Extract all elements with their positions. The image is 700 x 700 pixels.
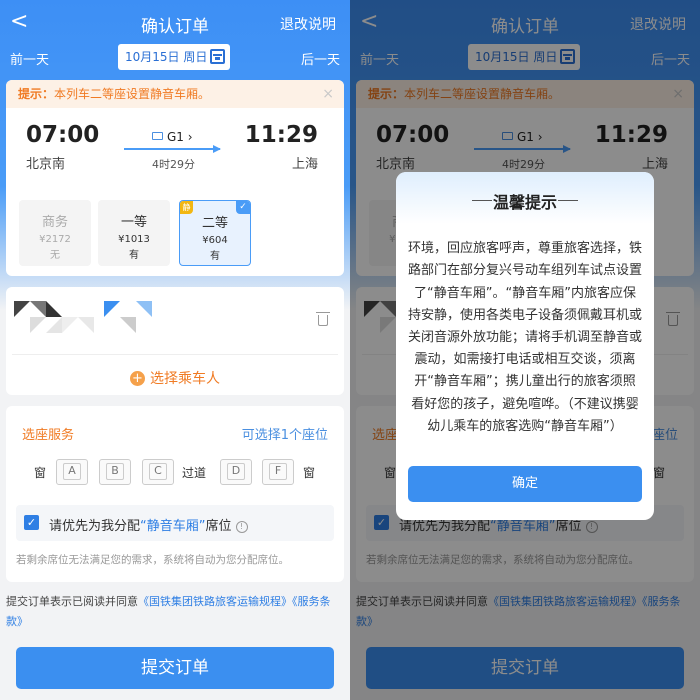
tip-label: 提示： [18, 87, 55, 101]
quiet-car-dialog: 为共建共享文明、温馨、安静的列车旅行环境，回应旅客呼声，尊重旅客选择，铁路部门在… [396, 172, 654, 520]
preference-post: 席位 [205, 519, 232, 534]
order-screen-with-dialog: < 确认订单 退改说明 前一天 10月15日 周日 后一天 提示：本列车二等座设… [350, 0, 700, 700]
checkbox-checked-icon[interactable]: ✓ [24, 515, 39, 530]
seat-class-business[interactable]: 商务 ¥2172 无 [19, 200, 91, 266]
order-screen: < 确认订单 退改说明 前一天 10月15日 周日 后一天 提示：本列车二等座设… [0, 0, 350, 700]
train-number-label: G1 [167, 130, 184, 144]
seat-d[interactable]: D [220, 459, 252, 485]
seat-letter: D [231, 464, 241, 477]
window-label: 窗 [34, 466, 47, 480]
title-decoration [558, 200, 578, 201]
window-label: 窗 [303, 466, 316, 480]
arrival-station: 上海 [291, 157, 318, 172]
prev-day-button[interactable]: 前一天 [10, 49, 49, 68]
dialog-message: 为共建共享文明、温馨、安静的列车旅行环境，回应旅客呼声，尊重旅客选择，铁路部门在… [408, 241, 642, 434]
seat-available-count: 可选择1个座位 [241, 428, 328, 443]
passenger-mosaic [14, 301, 154, 337]
agreement-text: 提交订单表示已阅读并同意《国铁集团铁路旅客运输规程》《服务条款》 [6, 592, 346, 632]
seat-class-first[interactable]: 一等 ¥1013 有 [98, 200, 170, 266]
quiet-badge: 静 [180, 201, 193, 214]
trash-icon[interactable] [316, 312, 330, 326]
date-picker[interactable]: 10月15日 周日 [118, 44, 230, 70]
train-card: 提示：本列车二等座设置静音车厢。 × 07:00 北京南 G1 › 4时29分 … [6, 80, 344, 276]
preference-highlight: “静音车厢” [140, 519, 206, 534]
rules-link[interactable]: 《国铁集团铁路旅客运输规程》 [138, 595, 292, 608]
arrival-time: 11:29 [244, 122, 318, 148]
seat-f[interactable]: F [262, 459, 294, 485]
route-arrow [124, 145, 221, 153]
preference-text: 请优先为我分配“静音车厢”席位! [49, 515, 248, 534]
seat-class-price: ¥1013 [118, 234, 150, 245]
day-switcher: 前一天 10月15日 周日 后一天 [0, 44, 350, 72]
select-passenger-label: 选择乘车人 [150, 371, 220, 387]
seat-letter: C [154, 464, 162, 477]
agreement-pre: 提交订单表示已阅读并同意 [6, 595, 138, 608]
seat-letter: A [68, 464, 76, 477]
info-icon[interactable]: ! [235, 521, 248, 533]
seat-a[interactable]: A [56, 459, 88, 485]
seat-class-second[interactable]: 静 ✓ 二等 ¥604 有 [179, 200, 251, 266]
seat-c[interactable]: C [142, 459, 174, 485]
seat-class-name: 二等 [201, 216, 228, 231]
seat-class-price: ¥2172 [39, 234, 71, 245]
refund-rules-link[interactable]: 退改说明 [280, 14, 336, 34]
quiet-car-preference[interactable]: ✓ 请优先为我分配“静音车厢”席位! [16, 505, 334, 541]
seat-class-availability: 无 [50, 250, 60, 261]
confirm-button[interactable]: 确定 [408, 466, 642, 502]
preference-pre: 请优先为我分配 [49, 519, 141, 534]
calendar-icon [210, 49, 225, 64]
seat-service-title: 选座服务 [22, 428, 75, 443]
seat-letter: B [111, 464, 119, 477]
tip-text: 本列车二等座设置静音车厢。 [54, 87, 211, 101]
seat-letter: F [274, 464, 282, 477]
trip-duration: 4时29分 [152, 158, 195, 171]
date-label: 10月15日 周日 [125, 50, 208, 64]
train-number[interactable]: G1 › [152, 130, 193, 144]
seat-class-availability: 有 [129, 250, 139, 261]
close-icon[interactable]: × [322, 80, 334, 108]
divider [12, 354, 338, 355]
nav-bar: < 确认订单 退改说明 [0, 0, 350, 46]
seat-class-availability: 有 [210, 251, 220, 262]
seat-class-name: 商务 [41, 215, 68, 230]
check-icon: ✓ [236, 201, 250, 214]
dialog-header: 温馨提示 [396, 172, 654, 224]
seat-class-name: 一等 [120, 215, 147, 230]
departure-station: 北京南 [26, 157, 66, 172]
auto-assign-note: 若剩余席位无法满足您的需求，系统将自动为您分配席位。 [16, 554, 289, 566]
seat-class-price: ¥604 [202, 235, 228, 246]
aisle-label: 过道 [182, 466, 207, 480]
select-passenger-button[interactable]: + 选择乘车人 [6, 368, 344, 388]
ticket-icon [152, 132, 163, 140]
passenger-card: + 选择乘车人 [6, 287, 344, 395]
next-day-button[interactable]: 后一天 [301, 49, 340, 68]
quiet-car-tip: 提示：本列车二等座设置静音车厢。 × [6, 80, 344, 108]
submit-order-button[interactable]: 提交订单 [16, 647, 334, 689]
plus-icon: + [130, 371, 145, 386]
seat-map: 窗 A B C 过道 D F 窗 [6, 459, 344, 487]
dialog-title: 温馨提示 [492, 193, 557, 212]
seat-b[interactable]: B [99, 459, 131, 485]
seat-selection-card: 选座服务 可选择1个座位 窗 A B C 过道 D F 窗 ✓ 请优先为我分配“… [6, 406, 344, 582]
dialog-body: 为共建共享文明、温馨、安静的列车旅行环境，回应旅客呼声，尊重旅客选择，铁路部门在… [408, 234, 642, 458]
departure-time: 07:00 [26, 122, 100, 148]
